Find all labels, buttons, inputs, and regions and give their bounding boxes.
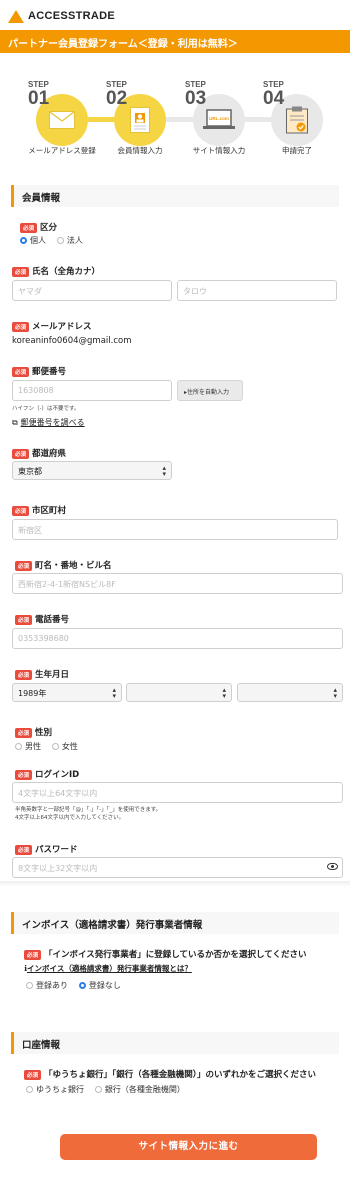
address-label: 必須 町名・番地・ビル名 <box>15 559 112 571</box>
step-4-heading: STEP 04 <box>263 80 285 109</box>
gender-label: 必須 性別 <box>15 726 52 738</box>
city-label: 必須 市区町村 <box>12 504 66 516</box>
password-input[interactable]: 8文字以上32文字以内 <box>12 857 343 878</box>
laptop-url-text: URL.com <box>209 116 229 121</box>
select-arrows-icon: ▴ ▾ <box>112 686 116 700</box>
phone-input[interactable]: 0353398680 <box>12 628 343 649</box>
step-1-heading: STEP 01 <box>28 80 50 109</box>
password-label: 必須 パスワード <box>15 843 78 855</box>
invoice-radio-not-registered[interactable] <box>78 982 86 989</box>
invoice-help-link[interactable]: ℹインボイス（適格請求書）発行事業者情報とは？ <box>24 963 192 974</box>
email-label: 必須 メールアドレス <box>12 320 92 332</box>
required-badge: 必須 <box>20 222 38 233</box>
postal-lookup-link[interactable]: ⧉ 郵便番号を調べる <box>12 417 85 428</box>
birth-day-select[interactable]: ▴ ▾ <box>237 683 343 702</box>
first-name-kana-input[interactable]: タロウ <box>177 280 337 301</box>
step-3-caption: サイト情報入力 <box>192 146 246 155</box>
category-radio-group: 個人 法人 <box>20 235 91 246</box>
login-id-note-1: 半角英数字と一部記号「@」「.」「-」「_」を使用できます。 <box>15 807 162 813</box>
document-profile-icon <box>130 107 150 133</box>
select-arrows-icon: ▴ ▾ <box>162 464 166 478</box>
category-label: 必須 区分 <box>20 221 57 233</box>
gender-radio-female[interactable] <box>51 743 59 750</box>
address-input[interactable]: 西新宿2-4-1新宿NSビル8F <box>12 573 343 594</box>
next-site-info-button[interactable]: サイト情報入力に進む <box>60 1134 317 1160</box>
invoice-question: 必須 「インボイス発行事業者」に登録しているか否かを選択してください <box>24 948 307 960</box>
login-id-note-2: 4文字以上64文字以内で入力してください。 <box>15 815 125 821</box>
gender-radio-group: 男性 女性 <box>15 741 86 752</box>
postal-autofill-button[interactable]: ▸住所を自動入力 <box>177 380 243 401</box>
show-password-eye-icon[interactable] <box>327 863 338 870</box>
login-id-input[interactable]: 4文字以上64文字以内 <box>12 782 343 803</box>
step-2-heading: STEP 02 <box>106 80 128 109</box>
step-3-heading: STEP 03 <box>185 80 207 109</box>
form-banner: パートナー会員登録フォーム＜登録・利用は無料＞ <box>0 30 350 53</box>
clipboard-check-icon <box>286 106 308 134</box>
external-link-icon: ⧉ <box>12 418 18 427</box>
category-radio-individual[interactable] <box>20 237 27 244</box>
member-section-title: 会員情報 <box>11 185 339 207</box>
birth-year-select[interactable]: 1989年 ▴ ▾ <box>12 683 122 702</box>
phone-label: 必須 電話番号 <box>15 613 69 625</box>
postal-code-input[interactable]: 1630808 <box>12 380 172 401</box>
select-arrows-icon: ▴ ▾ <box>333 686 337 700</box>
laptop-icon: URL.com <box>203 109 235 129</box>
invoice-radio-registered[interactable] <box>26 982 33 989</box>
bank-radio-other-bank[interactable] <box>94 1086 102 1093</box>
name-kana-label: 必須 氏名（全角カナ） <box>12 265 100 277</box>
city-input[interactable]: 新宿区 <box>12 519 338 540</box>
step-4-caption: 申請完了 <box>282 146 312 155</box>
email-value: koreaninfo0604@gmail.com <box>12 336 132 346</box>
logo-triangle-icon <box>8 9 24 23</box>
brand-logo: ACCESSTRADE <box>8 6 115 26</box>
last-name-kana-input[interactable]: ヤマダ <box>12 280 172 301</box>
invoice-section-title: インボイス（適格請求書）発行事業者情報 <box>11 912 339 934</box>
step-2-caption: 会員情報入力 <box>117 146 163 155</box>
bank-section-title: 口座情報 <box>11 1032 339 1054</box>
scroll-divider <box>0 881 350 887</box>
postal-label: 必須 郵便番号 <box>12 365 66 377</box>
birthdate-label: 必須 生年月日 <box>15 668 69 680</box>
bank-radio-group: ゆうちょ銀行 銀行（各種金融機関） <box>26 1084 193 1095</box>
bank-question: 必須 「ゆうちょ銀行」「銀行（各種金融機関）」のいずれかをご選択ください <box>24 1068 316 1080</box>
envelope-icon <box>49 111 75 129</box>
birth-month-select[interactable]: ▴ ▾ <box>126 683 232 702</box>
select-arrows-icon: ▴ ▾ <box>222 686 226 700</box>
prefecture-select[interactable]: 東京都 ▴ ▾ <box>12 461 172 480</box>
postal-note: ハイフン（-）は不要です。 <box>12 406 80 412</box>
step-1-caption: メールアドレス登録 <box>28 146 96 155</box>
login-id-label: 必須 ログインID <box>15 768 79 780</box>
logo-text: ACCESSTRADE <box>28 10 116 22</box>
invoice-radio-group: 登録あり 登録なし <box>26 980 129 991</box>
gender-radio-male[interactable] <box>15 743 22 750</box>
category-radio-corporate[interactable] <box>56 237 64 244</box>
bank-radio-yucho[interactable] <box>26 1086 33 1093</box>
prefecture-label: 必須 都道府県 <box>12 447 66 459</box>
